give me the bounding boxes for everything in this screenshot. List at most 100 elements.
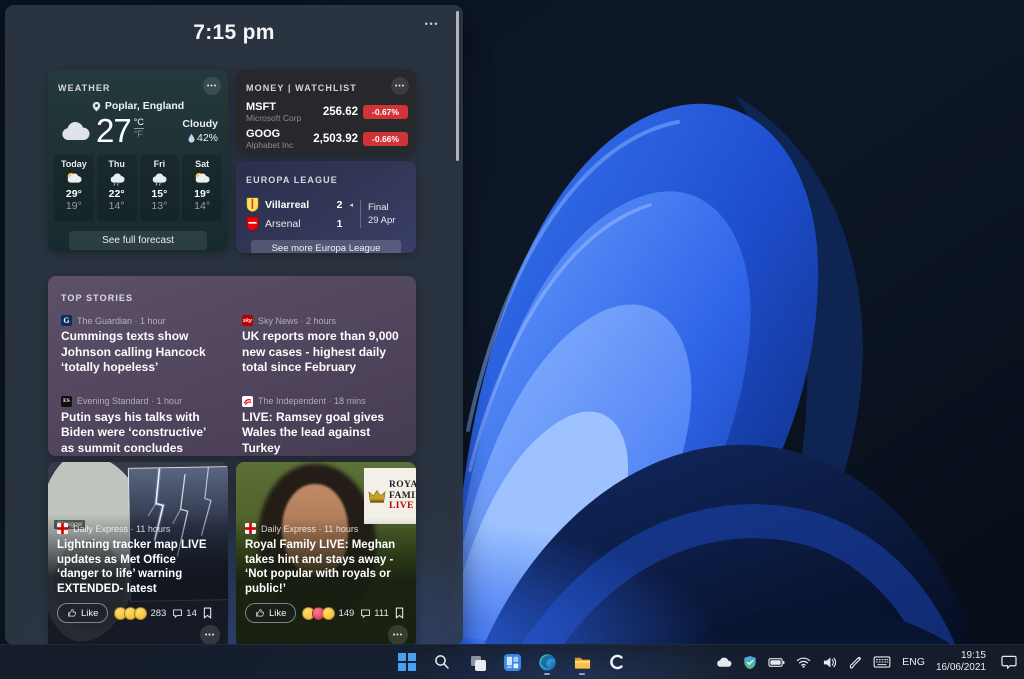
stock-ticker: GOOG	[246, 128, 293, 140]
daily-express-favicon-icon	[57, 523, 68, 534]
forecast-day-thu[interactable]: Thu 22° 14°	[97, 155, 137, 221]
evening-standard-favicon-icon: ES	[61, 396, 72, 407]
taskbar: ENG 19:15 16/06/2021	[0, 644, 1024, 679]
pen-tray-button[interactable]	[848, 655, 862, 669]
reaction-emojis[interactable]: 283	[114, 607, 166, 620]
laughing-emoji-icon	[134, 607, 147, 620]
comments-button[interactable]: 111	[360, 608, 388, 619]
story-meta: Sky News · 2 hours	[258, 316, 336, 326]
bookmark-icon	[395, 607, 404, 619]
news-card-lightning[interactable]: Glasgow Daily Express · 11 hours	[48, 462, 228, 645]
wifi-tray-button[interactable]	[796, 656, 811, 668]
forecast-day-today[interactable]: Today 29° 19°	[54, 155, 94, 221]
taskbar-task-view-button[interactable]	[464, 648, 490, 676]
story-item[interactable]: The Independent · 18 mins LIVE: Ramsey g…	[242, 396, 403, 457]
chat-bubble-icon	[1001, 655, 1017, 669]
story-item[interactable]: G The Guardian · 1 hour Cummings texts s…	[61, 315, 222, 376]
taskbar-widgets-button[interactable]	[499, 648, 525, 676]
bookmark-button[interactable]	[395, 607, 404, 619]
money-watchlist-widget: MONEY | WATCHLIST ••• MSFT Microsoft Cor…	[236, 70, 416, 153]
home-team-name: Villarreal	[265, 199, 309, 211]
rain-cloud-icon	[140, 171, 180, 186]
notifications-tray-button[interactable]	[1001, 655, 1017, 669]
security-shield-icon	[743, 655, 757, 670]
widgets-icon	[503, 653, 522, 672]
windows-security-tray-button[interactable]	[743, 655, 757, 670]
like-button[interactable]: Like	[245, 603, 296, 623]
taskbar-edge-button[interactable]	[534, 648, 560, 676]
match-summary[interactable]: Villarreal 2 ◂ Arsenal 1 ◂ Final 29 Apr	[236, 188, 416, 233]
reaction-count: 283	[150, 608, 166, 619]
rain-cloud-icon	[97, 171, 137, 186]
bookmark-button[interactable]	[203, 607, 212, 619]
forecast-day-sat[interactable]: Sat 19° 14°	[182, 155, 222, 221]
guardian-favicon-icon: G	[61, 315, 72, 326]
forecast-day-fri[interactable]: Fri 15° 13°	[140, 155, 180, 221]
ellipsis-icon: •••	[207, 83, 217, 90]
news-card-royal[interactable]: ROYAL FAMILY LIVE Daily Express · 11 hou…	[236, 462, 416, 645]
panel-scrollbar[interactable]	[456, 11, 459, 161]
reaction-emojis[interactable]: 149	[302, 607, 354, 620]
ellipsis-icon: •••	[205, 632, 215, 639]
stock-row-msft[interactable]: MSFT Microsoft Corp 256.62 -0.67%	[236, 96, 416, 123]
battery-icon	[768, 657, 785, 668]
humidity-icon	[188, 133, 195, 143]
story-item[interactable]: sky Sky News · 2 hours UK reports more t…	[242, 315, 403, 376]
money-menu-button[interactable]: •••	[391, 77, 409, 95]
search-icon	[433, 653, 451, 671]
taskbar-loading-app-button[interactable]	[604, 648, 630, 676]
away-team-score: 1	[326, 218, 342, 230]
story-meta: Evening Standard · 1 hour	[77, 396, 182, 406]
onedrive-tray-button[interactable]	[715, 656, 732, 668]
widgets-panel: 7:15 pm ••• WEATHER ••• Poplar, England …	[5, 5, 463, 645]
top-stories-widget: TOP STORIES G The Guardian · 1 hour Cumm…	[48, 276, 416, 456]
sports-widget: EUROPA LEAGUE Villarreal 2 ◂ Arsenal 1 ◂	[236, 161, 416, 253]
stock-ticker: MSFT	[246, 101, 301, 113]
thumbs-up-icon	[67, 608, 77, 618]
pen-icon	[848, 655, 862, 669]
news-meta: Daily Express · 11 hours	[73, 524, 170, 534]
news-card-menu-button[interactable]: •••	[388, 625, 408, 645]
running-indicator	[579, 673, 585, 676]
current-conditions: 27 °C °F Cloudy 42%	[48, 112, 228, 147]
unit-fahrenheit-toggle[interactable]: °F	[134, 129, 144, 140]
comments-button[interactable]: 14	[172, 608, 197, 619]
forecast-row: Today 29° 19° Thu 22° 14° Fri	[48, 155, 228, 221]
story-item[interactable]: ES Evening Standard · 1 hour Putin says …	[61, 396, 222, 457]
sun-cloud-icon	[54, 171, 94, 186]
volume-tray-button[interactable]	[822, 656, 837, 669]
see-full-forecast-button[interactable]: See full forecast	[69, 231, 207, 250]
panel-menu-button[interactable]: •••	[421, 15, 443, 33]
stock-change-badge: -0.66%	[363, 132, 408, 146]
daily-express-favicon-icon	[245, 523, 256, 534]
unit-celsius-toggle[interactable]: °C	[134, 117, 144, 129]
comment-icon	[172, 608, 183, 619]
weather-menu-button[interactable]: •••	[203, 77, 221, 95]
taskbar-file-explorer-button[interactable]	[569, 648, 595, 676]
ellipsis-icon: •••	[425, 19, 439, 29]
see-more-europa-button[interactable]: See more Europa League	[251, 240, 401, 253]
stock-row-goog[interactable]: GOOG Alphabet Inc 2,503.92 -0.66%	[236, 123, 416, 150]
clock-tray-button[interactable]: 19:15 16/06/2021	[936, 650, 986, 674]
stock-change-badge: -0.67%	[363, 105, 408, 119]
home-team-score: 2	[326, 199, 342, 211]
top-stories-header: TOP STORIES	[61, 293, 133, 303]
story-headline: Putin says his talks with Biden were ‘co…	[61, 410, 222, 457]
like-button[interactable]: Like	[57, 603, 108, 623]
battery-tray-button[interactable]	[768, 657, 785, 668]
current-temperature: 27	[96, 114, 131, 147]
touch-keyboard-tray-button[interactable]	[873, 656, 891, 668]
thumbs-up-icon	[255, 608, 265, 618]
ellipsis-icon: •••	[393, 632, 403, 639]
stock-price: 256.62	[323, 106, 358, 118]
story-headline: LIVE: Ramsey goal gives Wales the lead a…	[242, 410, 403, 457]
stock-company: Alphabet Inc	[246, 140, 293, 150]
language-indicator[interactable]: ENG	[902, 656, 925, 668]
match-date: 29 Apr	[368, 214, 408, 227]
weather-condition: Cloudy	[182, 118, 218, 130]
surprised-emoji-icon	[322, 607, 335, 620]
taskbar-search-button[interactable]	[429, 648, 455, 676]
news-card-menu-button[interactable]: •••	[200, 625, 220, 645]
taskbar-start-button[interactable]	[394, 648, 420, 676]
match-status: Final	[368, 201, 408, 214]
